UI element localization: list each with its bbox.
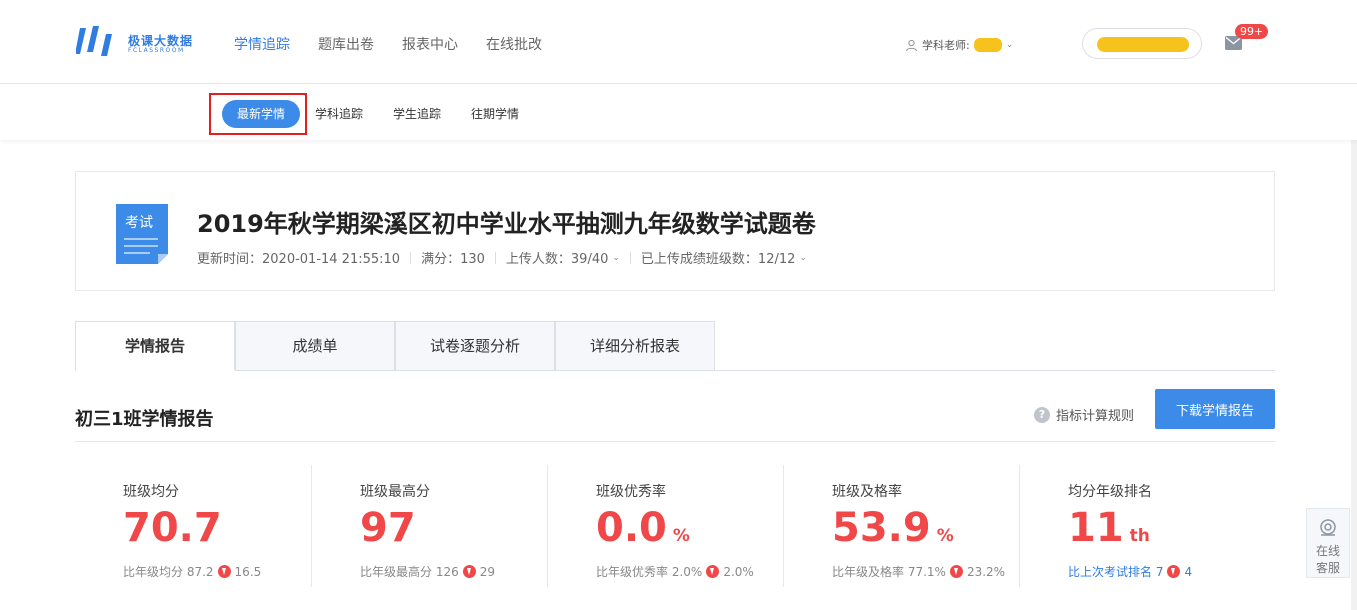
nav-item-learning-tracking[interactable]: 学情追踪 <box>234 34 290 54</box>
user-name-redacted <box>1097 37 1189 52</box>
help-icon: ? <box>1034 406 1050 423</box>
stat-value: 70.7 <box>123 505 222 551</box>
brand-sub: FCLASSROOM <box>128 47 185 54</box>
user-icon <box>905 39 918 51</box>
stat-compare: 比年级最高分 126 29 <box>360 564 496 580</box>
nav-item-online-grading[interactable]: 在线批改 <box>486 34 542 54</box>
teacher-label: 学科老师: <box>922 39 970 52</box>
sub-navbar: 最新学情 学科追踪 学生追踪 往期学情 <box>0 84 1357 140</box>
full-score: 满分：130 <box>421 252 485 267</box>
chevron-down-icon: ⌄ <box>1005 40 1014 50</box>
stat-compare[interactable]: 比上次考试排名 74 <box>1068 563 1192 580</box>
stat-label: 班级最高分 <box>360 484 430 500</box>
stat-compare: 比年级优秀率 2.0% 2.0% <box>596 564 754 580</box>
stat-compare: 比年级及格率 77.1% 23.2% <box>832 564 1006 580</box>
subnav-student-tracking[interactable]: 学生追踪 <box>378 100 456 128</box>
stat-excellent-rate: 班级优秀率 0.0% 比年级优秀率 2.0% 2.0% <box>547 465 783 587</box>
logo-icon <box>76 26 112 56</box>
tab-learning-report[interactable]: 学情报告 <box>75 321 235 371</box>
calc-rule-label: 指标计算规则 <box>1056 409 1135 424</box>
service-label-1: 在线 <box>1315 544 1340 558</box>
stat-value: 11th <box>1068 505 1150 551</box>
tab-detailed-report[interactable]: 详细分析报表 <box>555 321 715 371</box>
main-nav: 学情追踪 题库出卷 报表中心 在线批改 <box>234 34 542 54</box>
stats-row: 班级均分 70.7 比年级均分 87.2 16.5 班级最高分 97 比年级最高分… <box>75 465 1275 590</box>
chevron-down-icon[interactable]: ⌄ <box>612 253 620 263</box>
stat-pass-rate: 班级及格率 53.9% 比年级及格率 77.1% 23.2% <box>783 465 1019 587</box>
divider <box>410 251 412 264</box>
chevron-down-icon[interactable]: ⌄ <box>799 253 807 263</box>
highlight-box <box>209 93 307 135</box>
stat-label: 均分年级排名 <box>1068 484 1152 500</box>
section-divider <box>75 441 1275 442</box>
stat-label: 班级优秀率 <box>596 484 666 500</box>
update-time: 更新时间：2020-01-14 21:55:10 <box>197 252 401 267</box>
down-arrow-icon <box>706 565 720 578</box>
teacher-name-redacted <box>973 38 1002 52</box>
uploaded-classes[interactable]: 已上传成绩班级数：12/12 <box>641 248 795 267</box>
stat-compare: 比年级均分 87.2 16.5 <box>123 564 262 580</box>
nav-item-report-center[interactable]: 报表中心 <box>402 34 458 54</box>
nav-item-question-bank[interactable]: 题库出卷 <box>318 34 374 54</box>
report-title: 初三1班学情报告 <box>75 409 214 430</box>
tab-score-sheet[interactable]: 成绩单 <box>235 321 395 371</box>
download-report-button[interactable]: 下载学情报告 <box>1155 389 1275 429</box>
exam-icon-label: 考试 <box>125 215 153 231</box>
uploaded-count[interactable]: 上传人数：39/40 <box>506 248 608 267</box>
exam-card: 考试 2019年秋学期梁溪区初中学业水平抽测九年级数学试题卷 更新时间：2020… <box>75 171 1275 291</box>
report-tabs: 学情报告 成绩单 试卷逐题分析 详细分析报表 <box>75 321 715 371</box>
tab-underline <box>715 370 1275 371</box>
brand-logo[interactable]: 极课大数据 FCLASSROOM <box>76 20 206 64</box>
down-arrow-icon <box>217 565 231 578</box>
teacher-selector[interactable]: 学科老师: ⌄ <box>905 37 1013 53</box>
divider <box>494 251 496 264</box>
stat-value: 0.0% <box>596 505 690 551</box>
stat-class-max: 班级最高分 97 比年级最高分 126 29 <box>311 465 547 587</box>
stat-value: 97 <box>360 505 416 551</box>
stat-grade-rank: 均分年级排名 11th 比上次考试排名 74 <box>1019 465 1255 587</box>
tab-question-analysis[interactable]: 试卷逐题分析 <box>395 321 555 371</box>
user-menu[interactable] <box>1082 28 1202 59</box>
calc-rule-link[interactable]: ? 指标计算规则 <box>1034 405 1134 424</box>
stat-class-average: 班级均分 70.7 比年级均分 87.2 16.5 <box>75 465 311 587</box>
top-navbar: 极课大数据 FCLASSROOM 学情追踪 题库出卷 报表中心 在线批改 学科老… <box>0 0 1357 84</box>
down-arrow-icon <box>1167 565 1181 578</box>
divider <box>629 251 631 264</box>
exam-meta: 更新时间：2020-01-14 21:55:10 满分：130 上传人数：39/… <box>197 248 807 267</box>
headset-icon <box>1320 519 1336 536</box>
exam-title: 2019年秋学期梁溪区初中学业水平抽测九年级数学试题卷 <box>197 210 816 238</box>
notification-badge: 99+ <box>1235 24 1269 39</box>
subnav-past[interactable]: 往期学情 <box>456 100 534 128</box>
online-service-button[interactable]: 在线 客服 <box>1306 508 1350 578</box>
stat-label: 班级及格率 <box>832 484 902 500</box>
stat-label: 班级均分 <box>123 484 179 500</box>
stat-value: 53.9% <box>832 505 954 551</box>
down-arrow-icon <box>949 565 963 578</box>
service-label-2: 客服 <box>1315 561 1340 575</box>
down-arrow-icon <box>462 565 476 578</box>
subnav-subject-tracking[interactable]: 学科追踪 <box>300 100 378 128</box>
